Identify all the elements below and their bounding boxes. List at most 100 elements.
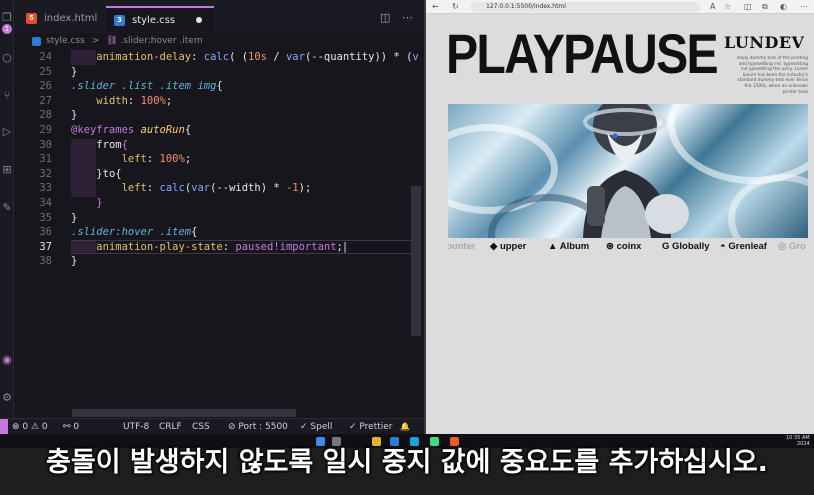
prettier-indicator[interactable]: ✓ Prettier <box>349 419 393 435</box>
edge-icon[interactable] <box>410 437 419 446</box>
extensions-icon[interactable]: ⊞ <box>0 162 14 178</box>
slider-item-label: Album <box>559 241 590 252</box>
vertical-scrollbar[interactable] <box>411 186 421 336</box>
code-line[interactable]: 37 animation-play-state: paused!importan… <box>14 239 411 255</box>
code-text: animation-delay: calc( (10s / var(--quan… <box>96 51 419 63</box>
problems-indicator[interactable]: ⊗ 0 ⚠ 0 <box>12 419 48 435</box>
activity-bar: ❐ 1 ○ ⑂ ▷ ⊞ ✎ ◉ ⚙ <box>0 0 14 418</box>
line-number: 29 <box>39 124 52 136</box>
more-actions-icon[interactable]: ⋯ <box>402 11 413 24</box>
app-icon[interactable] <box>450 437 459 446</box>
code-line[interactable]: 29 @keyframes autoRun{ <box>14 123 411 138</box>
code-line[interactable]: 25} <box>14 65 411 80</box>
upper-logo-icon: ◆ <box>490 241 500 252</box>
eol-indicator[interactable]: CRLF <box>159 419 182 435</box>
line-number: 26 <box>39 80 52 93</box>
tab-label: style.css <box>132 15 176 26</box>
code-text: animation-play-state: paused!important;| <box>96 240 349 253</box>
language-indicator[interactable]: CSS <box>192 419 210 435</box>
code-line[interactable]: 30 from{ <box>14 138 411 153</box>
slider-item-label: coinx <box>616 241 642 252</box>
search-icon[interactable] <box>332 437 341 446</box>
code-line[interactable]: 27 width: 100%; <box>14 94 411 109</box>
line-number: 36 <box>39 226 52 239</box>
code-text: } <box>71 255 78 268</box>
site-brand: LUNDEV <box>724 33 805 52</box>
code-line[interactable]: 36 .slider:hover .item{ <box>14 225 411 240</box>
read-aloud-icon[interactable]: A <box>710 1 715 13</box>
tab-index-html[interactable]: 5 index.html <box>18 6 107 32</box>
slider-item[interactable]: ◎ Gro <box>778 240 806 254</box>
code-line[interactable]: 38} <box>14 254 411 269</box>
slider-item-label: Grenleaf <box>728 241 767 252</box>
slider-item-label: upper <box>499 241 527 252</box>
code-line[interactable]: 24 animation-delay: calc( (10s / var(--q… <box>14 50 418 65</box>
start-icon[interactable] <box>316 437 325 446</box>
spell-check-indicator[interactable]: ✓ Spell <box>300 419 332 435</box>
search-icon[interactable]: ○ <box>0 50 14 66</box>
breadcrumb-symbol[interactable]: .slider:hover .item <box>120 36 202 46</box>
remote-indicator[interactable] <box>0 419 8 435</box>
slider-item[interactable]: ⊛ coinx <box>606 240 641 254</box>
slider-item[interactable]: ◆ upper <box>490 240 526 254</box>
code-editor[interactable]: 24 animation-delay: calc( (10s / var(--q… <box>14 50 419 418</box>
line-number: 32 <box>39 167 52 180</box>
unsaved-dot-icon[interactable] <box>196 17 203 23</box>
hero-banner-image <box>448 104 808 238</box>
extensions-icon[interactable]: ⧉ <box>762 1 768 13</box>
back-icon[interactable]: ← <box>432 1 439 13</box>
code-text: }to{ <box>96 167 122 180</box>
split-screen-icon[interactable]: ◫ <box>744 1 752 13</box>
ports-indicator[interactable]: ⚯ 0 <box>63 419 79 435</box>
coinx-logo-icon: ⊛ <box>606 241 617 252</box>
code-text: left: 100%; <box>121 153 192 166</box>
encoding-indicator[interactable]: UTF-8 <box>123 419 149 435</box>
browser-menu-icon[interactable]: ⋯ <box>800 1 808 13</box>
tab-style-css[interactable]: 3 style.css <box>106 6 214 32</box>
css3-icon: 3 <box>114 15 125 26</box>
code-line[interactable]: 35} <box>14 211 411 226</box>
html5-icon: 5 <box>26 13 37 24</box>
swirl-shape <box>728 174 808 238</box>
line-number: 27 <box>39 94 52 107</box>
notifications-bell-icon[interactable]: 🔔 <box>400 419 410 435</box>
live-server-port[interactable]: ⊘ Port : 5500 <box>228 419 288 435</box>
line-number: 24 <box>39 51 52 63</box>
slider-item[interactable]: ▲ Album <box>548 240 589 254</box>
remote-explorer-icon[interactable]: ✎ <box>0 200 14 216</box>
url-text: 127.0.0.1:5500/index.html <box>486 3 566 10</box>
line-number: 37 <box>39 240 52 253</box>
favorite-star-icon[interactable]: ☆ <box>724 1 731 13</box>
account-icon[interactable]: ◉ <box>0 352 14 368</box>
code-line[interactable]: 26 .slider .list .item img{ <box>14 79 411 94</box>
slider-item-label: ounter <box>448 241 476 252</box>
code-line[interactable]: 28} <box>14 108 411 123</box>
reload-icon[interactable]: ↻ <box>452 1 459 13</box>
browser-toolbar: ← ↻ 127.0.0.1:5500/index.html A ☆ ◫ ⧉ ◐ … <box>426 0 814 14</box>
gro-logo-icon: ◎ <box>778 241 789 252</box>
horizontal-scrollbar[interactable] <box>72 409 296 417</box>
code-text: .slider:hover .item{ <box>71 226 198 239</box>
slider-item[interactable]: ◓ Grenleaf <box>720 240 767 254</box>
chrome-icon[interactable] <box>430 437 439 446</box>
code-line[interactable]: 32 }to{ <box>14 167 411 182</box>
file-explorer-icon[interactable] <box>372 437 381 446</box>
code-text: width: 100%; <box>96 94 173 107</box>
address-bar[interactable]: 127.0.0.1:5500/index.html <box>470 2 700 12</box>
run-debug-icon[interactable]: ▷ <box>0 124 14 140</box>
split-editor-icon[interactable]: ◫ <box>380 11 390 24</box>
settings-gear-icon[interactable]: ⚙ <box>0 390 14 406</box>
breadcrumb-file[interactable]: style.css <box>46 36 85 46</box>
album-logo-icon: ▲ <box>548 241 560 252</box>
code-line[interactable]: 33 left: calc(var(--width) * -1); <box>14 181 411 196</box>
code-line[interactable]: 31 left: 100%; <box>14 152 411 167</box>
code-text: } <box>71 109 78 122</box>
browser-window: ← ↻ 127.0.0.1:5500/index.html A ☆ ◫ ⧉ ◐ … <box>424 0 814 434</box>
vscode-taskbar-icon[interactable] <box>390 437 399 446</box>
source-control-icon[interactable]: ⑂ <box>0 88 14 104</box>
profile-icon[interactable]: ◐ <box>780 1 787 13</box>
code-line[interactable]: 34 } <box>14 196 411 211</box>
slider-item[interactable]: ounter <box>448 240 476 254</box>
slider-item[interactable]: G Globally <box>662 240 710 254</box>
logo-slider[interactable]: ounter ◆ upper ▲ Album ⊛ coinx G Globally ◓ G… <box>448 240 808 254</box>
